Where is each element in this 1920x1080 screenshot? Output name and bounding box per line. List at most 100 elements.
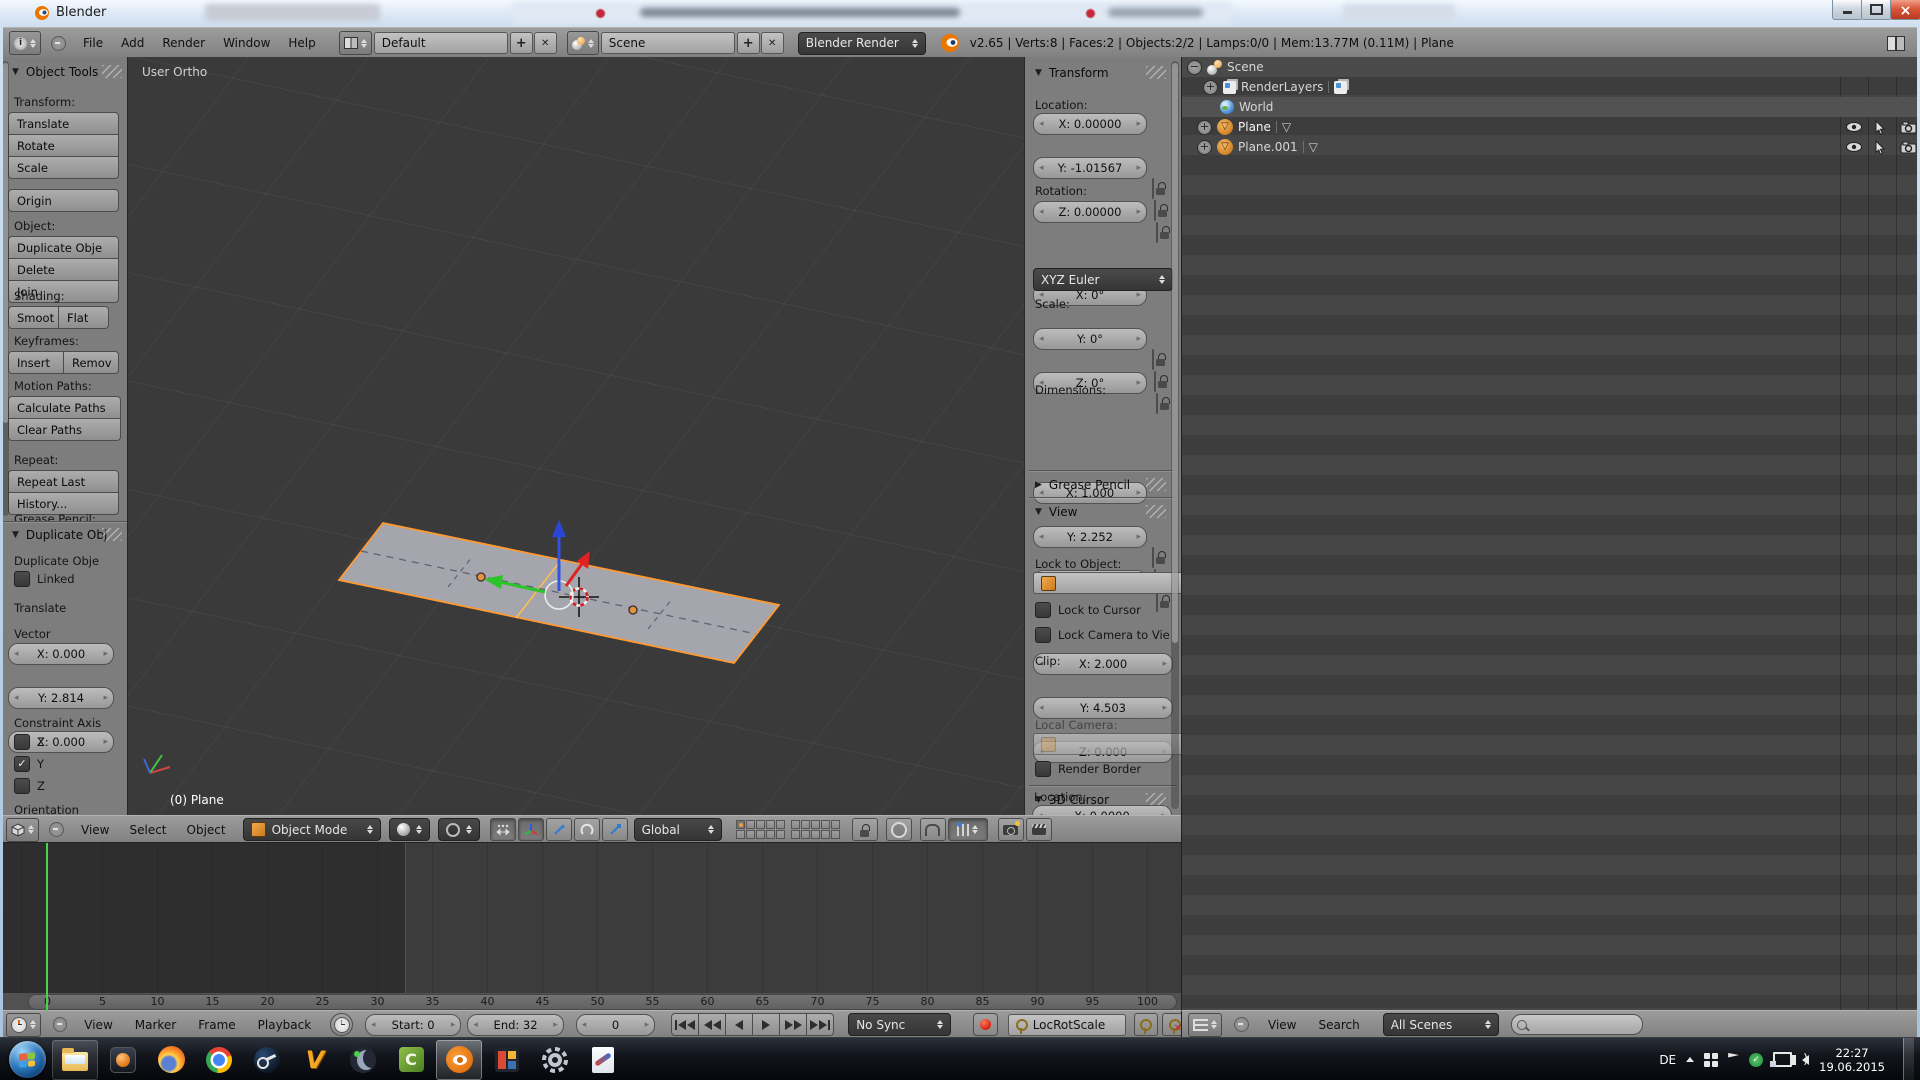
- collapse-menus-icon[interactable]: [1234, 1017, 1249, 1032]
- start-button[interactable]: [4, 1040, 50, 1080]
- lock-camera-checkbox[interactable]: [1035, 627, 1051, 643]
- editor-type-selector[interactable]: [1188, 1013, 1222, 1037]
- taskbar-blender-active[interactable]: [436, 1040, 482, 1080]
- delete-button[interactable]: Delete: [8, 259, 119, 281]
- expand-icon[interactable]: [1187, 60, 1202, 75]
- expand-icon[interactable]: [1197, 140, 1212, 155]
- lock-scale-x-icon[interactable]: [1152, 547, 1154, 568]
- menu-view[interactable]: View: [75, 1018, 121, 1032]
- search-input[interactable]: [1531, 1018, 1630, 1032]
- play-button[interactable]: [753, 1013, 780, 1036]
- opengl-render-anim-button[interactable]: [1026, 818, 1052, 841]
- menu-view[interactable]: View: [1259, 1018, 1305, 1032]
- lock-to-object-field[interactable]: [1033, 572, 1182, 594]
- panel-view-header[interactable]: View: [1035, 505, 1077, 519]
- cursor-x-field[interactable]: X: 0.0000: [1032, 805, 1172, 815]
- speaker-icon[interactable]: [1802, 1055, 1809, 1065]
- keying-set-field[interactable]: LocRotScale: [1008, 1014, 1126, 1036]
- outliner-row-renderlayers[interactable]: RenderLayers: [1182, 77, 1920, 97]
- panel-grip-icon[interactable]: [102, 65, 122, 78]
- play-reverse-button[interactable]: [726, 1013, 753, 1036]
- taskbar-media-player[interactable]: [100, 1040, 146, 1080]
- lock-rotation-z-icon[interactable]: [1156, 393, 1158, 414]
- tray-grid-icon[interactable]: [1704, 1053, 1718, 1067]
- translate-button[interactable]: Translate: [8, 112, 119, 135]
- menu-playback[interactable]: Playback: [249, 1018, 321, 1032]
- taskbar-mosaic-app[interactable]: [484, 1040, 530, 1080]
- maximize-button[interactable]: [1861, 0, 1892, 20]
- render-toggle-camera-icon[interactable]: [1900, 121, 1917, 134]
- lock-scale-z-icon[interactable]: [1156, 591, 1158, 612]
- expand-icon[interactable]: [1203, 80, 1218, 95]
- panel-grip-icon[interactable]: [1146, 478, 1166, 491]
- expand-icon[interactable]: [1197, 120, 1212, 135]
- menu-render[interactable]: Render: [153, 36, 214, 50]
- frame-end-field[interactable]: End: 32: [467, 1014, 563, 1036]
- menu-select[interactable]: Select: [120, 823, 175, 837]
- minimize-button[interactable]: [1832, 0, 1863, 20]
- panel-grip-icon[interactable]: [102, 528, 122, 541]
- taskbar-chrome[interactable]: [196, 1040, 242, 1080]
- remove-keyframe-button[interactable]: Remov: [64, 351, 119, 374]
- calculate-paths-button[interactable]: Calculate Paths: [8, 396, 121, 419]
- collapse-menus-icon[interactable]: [53, 1017, 67, 1032]
- outliner-row-scene[interactable]: Scene: [1182, 57, 1920, 77]
- manipulator-translate-button[interactable]: [518, 818, 544, 841]
- mode-select[interactable]: Object Mode: [243, 818, 381, 841]
- menu-help[interactable]: Help: [279, 36, 324, 50]
- scene-browse-button[interactable]: [567, 31, 599, 55]
- preview-range-button[interactable]: [330, 1013, 353, 1036]
- clock[interactable]: 22:27 19.06.2015: [1819, 1046, 1885, 1074]
- taskbar-settings[interactable]: [532, 1040, 578, 1080]
- show-desktop-button[interactable]: [1903, 1038, 1914, 1080]
- viewport-3d[interactable]: User Ortho: [128, 57, 1024, 815]
- menu-frame[interactable]: Frame: [189, 1018, 244, 1032]
- outliner-search-field[interactable]: [1511, 1014, 1643, 1035]
- menu-marker[interactable]: Marker: [126, 1018, 185, 1032]
- constraint-z-checkbox[interactable]: [14, 778, 30, 794]
- current-frame-playhead[interactable]: [46, 843, 48, 1011]
- lock-rotation-x-icon[interactable]: [1152, 349, 1154, 370]
- panel-grease-pencil-header[interactable]: Grease Pencil: [1035, 478, 1130, 492]
- menu-object[interactable]: Object: [178, 823, 235, 837]
- scale-y-field[interactable]: Y: 2.252: [1033, 526, 1147, 548]
- dimension-y-field[interactable]: Y: 4.503: [1033, 697, 1173, 719]
- language-indicator[interactable]: DE: [1659, 1053, 1676, 1067]
- tool-shelf-scrollbar[interactable]: [2, 61, 9, 516]
- sync-status-icon[interactable]: ✓: [1749, 1053, 1763, 1067]
- outliner-row-world[interactable]: World: [1182, 97, 1920, 117]
- lock-location-x-icon[interactable]: [1152, 178, 1154, 199]
- panel-duplicate-header[interactable]: Duplicate Obj: [12, 528, 107, 542]
- lock-location-y-icon[interactable]: [1154, 200, 1156, 221]
- taskbar-steam[interactable]: [244, 1040, 290, 1080]
- jump-to-end-button[interactable]: [807, 1013, 834, 1036]
- manipulator-scale-button[interactable]: [602, 818, 628, 841]
- layers-widget-left[interactable]: [736, 820, 785, 839]
- rotation-mode-select[interactable]: XYZ Euler: [1033, 268, 1173, 291]
- network-icon[interactable]: [1773, 1052, 1792, 1067]
- collapse-menus-icon[interactable]: [51, 36, 66, 51]
- lock-location-z-icon[interactable]: [1156, 222, 1158, 243]
- selectable-toggle-cursor-icon[interactable]: [1874, 120, 1886, 135]
- layers-widget-right[interactable]: [791, 820, 840, 839]
- panel-grip-icon[interactable]: [1146, 505, 1166, 518]
- editor-type-selector[interactable]: [6, 818, 39, 842]
- proportional-edit-button[interactable]: [886, 818, 912, 841]
- render-border-checkbox[interactable]: [1035, 761, 1051, 777]
- insert-keyframe-button[interactable]: Insert: [8, 351, 64, 374]
- menu-file[interactable]: File: [74, 36, 112, 50]
- snap-element-select[interactable]: [948, 818, 988, 841]
- scene-name-field[interactable]: Scene: [601, 32, 735, 54]
- rotation-y-field[interactable]: Y: 0°: [1033, 328, 1147, 350]
- jump-to-start-button[interactable]: [671, 1013, 699, 1036]
- window-corner-icon[interactable]: [1887, 36, 1905, 51]
- action-center-flag-icon[interactable]: x: [1728, 1053, 1739, 1066]
- viewport-scene[interactable]: [128, 57, 1024, 815]
- panel-grip-icon[interactable]: [1146, 66, 1166, 79]
- shade-smooth-button[interactable]: Smoot: [8, 306, 59, 329]
- shade-flat-button[interactable]: Flat: [59, 306, 109, 329]
- current-frame-field[interactable]: 0: [576, 1014, 655, 1036]
- linked-checkbox[interactable]: [14, 571, 30, 587]
- outliner-region[interactable]: Scene RenderLayers World Plane: [1181, 57, 1920, 1010]
- outliner-row-plane[interactable]: Plane: [1182, 117, 1920, 137]
